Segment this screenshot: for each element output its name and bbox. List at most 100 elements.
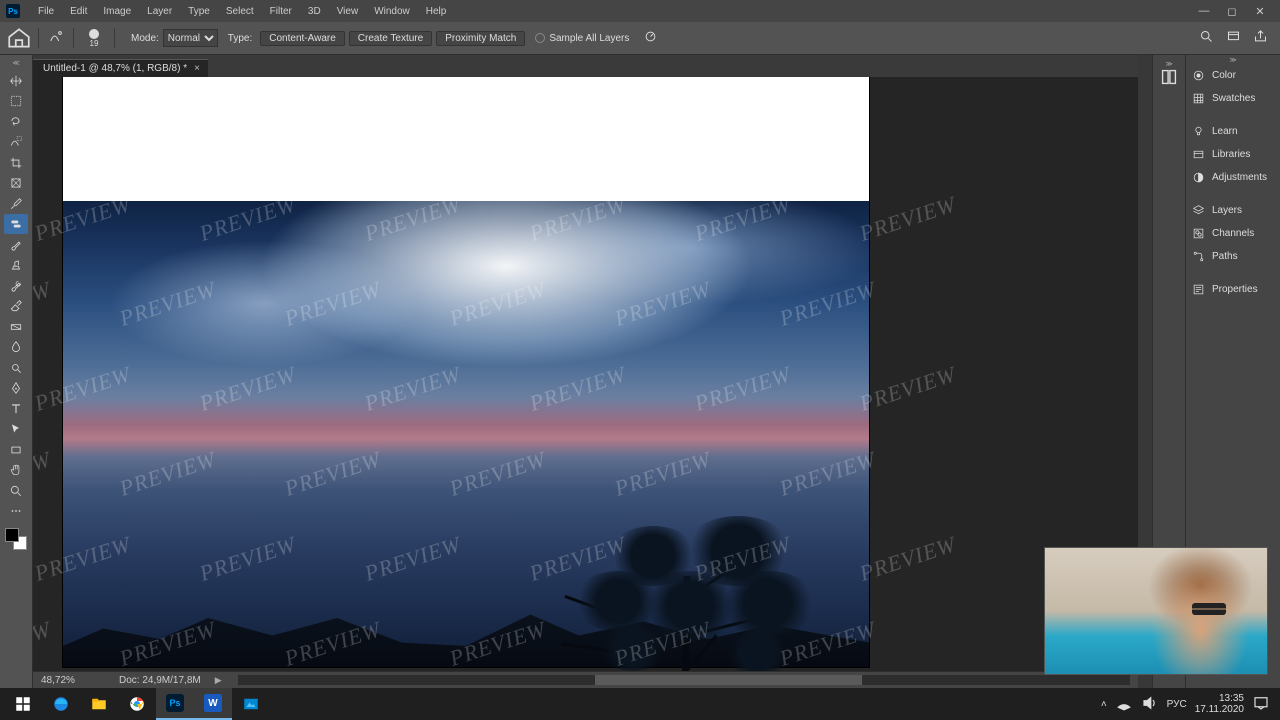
toolbar-collapse-grip[interactable]: ≪ — [7, 59, 25, 67]
taskbar-word[interactable]: W — [194, 688, 232, 720]
tray-volume-icon[interactable] — [1141, 694, 1159, 715]
tray-clock[interactable]: 13:3517.11.2020 — [1195, 693, 1244, 715]
horizontal-scrollbar[interactable] — [238, 675, 1130, 685]
watermark-text: PREVIEW — [856, 191, 959, 247]
pen-tool[interactable] — [4, 378, 28, 398]
watermark-text: PREVIEW — [33, 361, 134, 417]
zoom-tool[interactable] — [4, 481, 28, 501]
sample-all-layers-label: Sample All Layers — [549, 33, 629, 44]
gradient-tool[interactable] — [4, 317, 28, 337]
watermark-text: PREVIEW — [361, 531, 464, 587]
document-canvas[interactable]: PREVIEW PREVIEW PREVIEW PREVIEW PREVIEW PREVI… — [63, 77, 869, 667]
tool-preset-icon[interactable] — [45, 29, 67, 48]
quick-select-tool[interactable] — [4, 132, 28, 152]
brush-tool[interactable] — [4, 235, 28, 255]
type-tool[interactable] — [4, 399, 28, 419]
menu-help[interactable]: Help — [418, 6, 455, 17]
type-label: Type: — [228, 33, 252, 44]
menu-edit[interactable]: Edit — [62, 6, 95, 17]
lasso-tool[interactable] — [4, 112, 28, 132]
crop-tool[interactable] — [4, 153, 28, 173]
watermark-text: PREVIEW — [196, 191, 299, 247]
eyedropper-tool[interactable] — [4, 194, 28, 214]
tray-network-icon[interactable] — [1115, 694, 1133, 715]
panel-strip-icon[interactable] — [1158, 68, 1180, 86]
watermark-text: PREVIEW — [526, 191, 629, 247]
marquee-tool[interactable] — [4, 91, 28, 111]
menu-3d[interactable]: 3D — [300, 6, 329, 17]
watermark-text: PREVIEW — [361, 361, 464, 417]
app-logo: Ps — [6, 4, 20, 18]
menu-file[interactable]: File — [30, 6, 62, 17]
sample-all-layers-checkbox[interactable] — [535, 33, 545, 43]
document-tab[interactable]: Untitled-1 @ 48,7% (1, RGB/8) * × — [33, 59, 208, 77]
hand-tool[interactable] — [4, 460, 28, 480]
panel-paths[interactable]: Paths — [1186, 245, 1280, 268]
watermark-text: PREVIEW — [361, 191, 464, 247]
history-brush-tool[interactable] — [4, 276, 28, 296]
type-proximity-match-button[interactable]: Proximity Match — [436, 31, 525, 46]
watermark-text: PREVIEW — [856, 531, 959, 587]
menu-image[interactable]: Image — [95, 6, 139, 17]
doc-info: Doc: 24,9M/17,8M — [119, 675, 201, 686]
taskbar-explorer[interactable] — [80, 688, 118, 720]
status-caret-icon[interactable]: ▶ — [215, 675, 222, 686]
panel-libraries[interactable]: Libraries — [1186, 143, 1280, 166]
tray-notifications-icon[interactable] — [1252, 694, 1270, 715]
panel-swatches[interactable]: Swatches — [1186, 87, 1280, 110]
close-tab-icon[interactable]: × — [194, 63, 200, 74]
tray-language[interactable]: РУС — [1167, 699, 1187, 710]
blend-mode-select[interactable]: Normal — [163, 29, 218, 47]
path-select-tool[interactable] — [4, 419, 28, 439]
tray-chevron-icon[interactable]: ˄ — [1101, 699, 1107, 710]
watermark-text: PREVIEW — [33, 531, 134, 587]
watermark-text: PREVIEW — [33, 616, 54, 671]
panel-color[interactable]: Color — [1186, 64, 1280, 87]
menu-window[interactable]: Window — [366, 6, 418, 17]
type-create-texture-button[interactable]: Create Texture — [349, 31, 432, 46]
taskbar-chrome[interactable] — [118, 688, 156, 720]
watermark-text: PREVIEW — [611, 276, 714, 332]
workspace-switcher-icon[interactable] — [1226, 29, 1241, 47]
panel-learn[interactable]: Learn — [1186, 120, 1280, 143]
home-button[interactable] — [6, 27, 32, 49]
frame-tool[interactable] — [4, 173, 28, 193]
panel-adjustments[interactable]: Adjustments — [1186, 166, 1280, 189]
rectangle-tool[interactable] — [4, 440, 28, 460]
move-tool[interactable] — [4, 71, 28, 91]
watermark-text: PREVIEW — [281, 446, 384, 502]
brush-size-picker[interactable]: 19 — [80, 29, 108, 48]
taskbar-edge[interactable] — [42, 688, 80, 720]
watermark-text: PREVIEW — [691, 361, 794, 417]
menu-type[interactable]: Type — [180, 6, 218, 17]
zoom-level[interactable]: 48,72% — [41, 675, 101, 686]
start-button[interactable] — [4, 688, 42, 720]
color-swatch[interactable] — [5, 528, 27, 550]
type-content-aware-button[interactable]: Content-Aware — [260, 31, 345, 46]
panel-properties[interactable]: Properties — [1186, 278, 1280, 301]
clone-stamp-tool[interactable] — [4, 255, 28, 275]
window-maximize-button[interactable]: ◻ — [1218, 5, 1246, 18]
edit-toolbar[interactable] — [4, 501, 28, 521]
window-minimize-button[interactable]: ― — [1190, 5, 1218, 17]
healing-brush-tool[interactable] — [4, 214, 28, 234]
menu-view[interactable]: View — [329, 6, 367, 17]
search-icon[interactable] — [1199, 29, 1214, 47]
eraser-tool[interactable] — [4, 296, 28, 316]
menu-layer[interactable]: Layer — [139, 6, 180, 17]
panel-layers[interactable]: Layers — [1186, 199, 1280, 222]
menu-filter[interactable]: Filter — [262, 6, 300, 17]
taskbar-photos[interactable] — [232, 688, 270, 720]
watermark-text: PREVIEW — [526, 361, 629, 417]
windows-taskbar: Ps W ˄ РУС 13:3517.11.2020 — [0, 688, 1280, 720]
menu-select[interactable]: Select — [218, 6, 262, 17]
taskbar-photoshop[interactable]: Ps — [156, 688, 194, 720]
blur-tool[interactable] — [4, 337, 28, 357]
window-close-button[interactable]: ✕ — [1246, 5, 1274, 18]
pressure-icon[interactable] — [643, 29, 658, 47]
panel-channels[interactable]: Channels — [1186, 222, 1280, 245]
dodge-tool[interactable] — [4, 358, 28, 378]
share-icon[interactable] — [1253, 29, 1268, 47]
panel-collapse-grip[interactable]: ≫ — [1186, 55, 1280, 64]
tool-options-bar: 19 Mode: Normal Type: Content-Aware Crea… — [0, 22, 1280, 55]
